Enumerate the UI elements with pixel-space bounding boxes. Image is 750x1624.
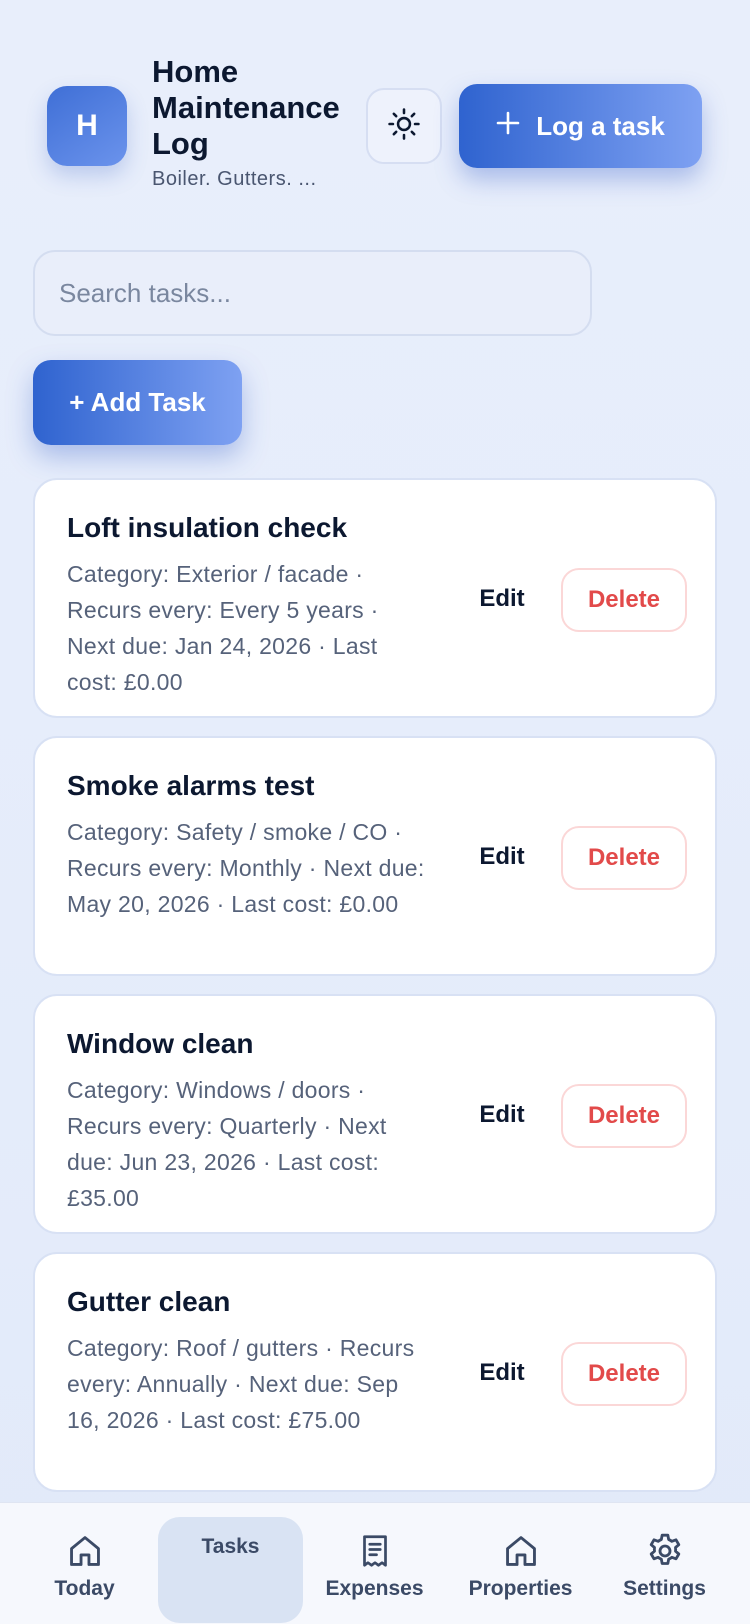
task-card: Window clean Category: Windows / doors ·… <box>33 994 717 1234</box>
task-meta: Category: Roof / gutters · Recurs every:… <box>67 1335 415 1433</box>
nav-label-settings: Settings <box>623 1577 706 1600</box>
edit-button[interactable]: Edit <box>465 1342 539 1404</box>
edit-button[interactable]: Edit <box>465 1084 539 1146</box>
nav-item-today[interactable]: Today <box>12 1517 157 1623</box>
receipt-icon <box>357 1529 393 1573</box>
nav-item-expenses[interactable]: Expenses <box>302 1517 447 1623</box>
task-card: Gutter clean Category: Roof / gutters · … <box>33 1252 717 1492</box>
app-logo: H <box>47 86 127 166</box>
task-card: Loft insulation check Category: Exterior… <box>33 478 717 718</box>
task-meta: Category: Safety / smoke / CO · Recurs e… <box>67 819 425 917</box>
log-task-button[interactable]: Log a task <box>459 84 702 168</box>
add-task-button[interactable]: + Add Task <box>33 360 242 445</box>
sun-icon <box>387 107 421 146</box>
task-list: Loft insulation check Category: Exterior… <box>33 478 717 1510</box>
task-name: Window clean <box>67 1028 254 1059</box>
gear-icon <box>645 1529 685 1573</box>
search-input[interactable] <box>33 250 592 336</box>
title-block: Home Maintenance Log Boiler. Gutters. ..… <box>152 54 362 191</box>
plus-icon <box>496 111 520 142</box>
delete-button[interactable]: Delete <box>561 1084 687 1148</box>
nav-label-expenses: Expenses <box>325 1577 424 1600</box>
nav-label-today: Today <box>54 1577 115 1600</box>
task-name: Loft insulation check <box>67 512 348 543</box>
home-icon <box>66 1529 104 1573</box>
nav-item-tasks[interactable]: Tasks <box>158 1517 303 1623</box>
home-icon <box>502 1529 540 1573</box>
task-card: Smoke alarms test Category: Safety / smo… <box>33 736 717 976</box>
edit-button[interactable]: Edit <box>465 826 539 888</box>
app-subtitle: Boiler. Gutters. ... <box>152 168 317 190</box>
task-name: Gutter clean <box>67 1286 231 1317</box>
log-task-label: Log a task <box>536 110 665 141</box>
logo-letter: H <box>76 109 98 142</box>
nav-item-settings[interactable]: Settings <box>592 1517 737 1623</box>
nav-item-properties[interactable]: Properties <box>448 1517 593 1623</box>
bottom-nav: Today Tasks Expenses Properties Settings <box>0 1502 750 1624</box>
theme-toggle-button[interactable] <box>366 88 442 164</box>
task-meta: Category: Windows / doors · Recurs every… <box>67 1077 387 1211</box>
delete-button[interactable]: Delete <box>561 1342 687 1406</box>
delete-button[interactable]: Delete <box>561 568 687 632</box>
app-title: Home Maintenance Log <box>152 54 340 161</box>
nav-label-tasks: Tasks <box>201 1535 260 1558</box>
delete-button[interactable]: Delete <box>561 826 687 890</box>
edit-button[interactable]: Edit <box>465 568 539 630</box>
task-name: Smoke alarms test <box>67 770 315 801</box>
task-meta: Category: Exterior / facade · Recurs eve… <box>67 561 379 695</box>
app-header: H Home Maintenance Log Boiler. Gutters. … <box>0 0 750 230</box>
nav-label-properties: Properties <box>468 1577 573 1600</box>
